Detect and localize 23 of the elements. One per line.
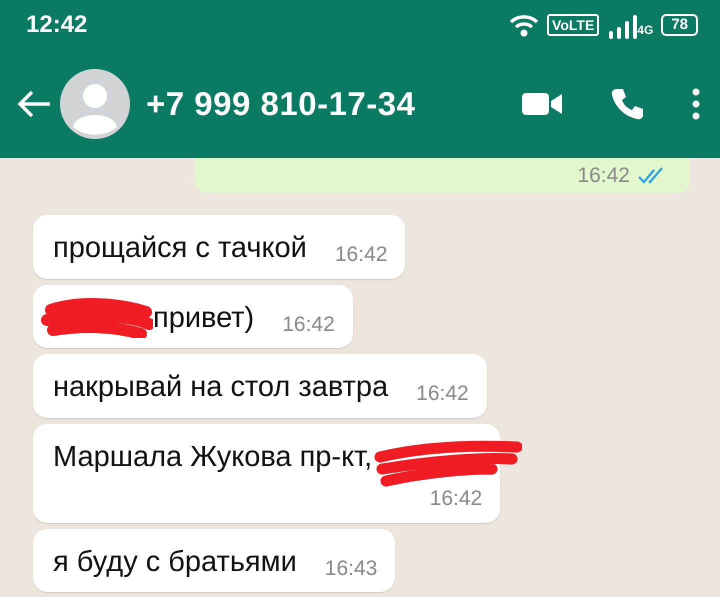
- volte-indicator: VoLTE: [547, 14, 600, 36]
- contact-name[interactable]: +7 999 810-17-34: [146, 79, 416, 129]
- network-type: 4G: [637, 22, 654, 39]
- signal-icon: [607, 15, 638, 39]
- wifi-icon: [509, 13, 540, 37]
- message-time: 16:42: [282, 312, 335, 338]
- video-call-icon[interactable]: [522, 91, 562, 117]
- message-text: привет): [153, 300, 254, 336]
- message-text: Маршала Жукова пр-кт,: [53, 440, 372, 474]
- back-arrow-icon[interactable]: [16, 89, 52, 119]
- message-time: 16:42: [416, 381, 469, 407]
- message-time: 16:42: [430, 486, 482, 512]
- message-time: 16:42: [334, 242, 388, 268]
- clock-time: 12:42: [26, 10, 88, 40]
- message-text: прощайся с тачкой: [53, 231, 307, 266]
- battery-level: 78: [661, 14, 698, 36]
- phone-icon[interactable]: [610, 87, 644, 121]
- more-options-icon[interactable]: [692, 88, 700, 120]
- avatar-icon[interactable]: [60, 69, 130, 139]
- message-time: 16:42: [577, 162, 630, 189]
- message-text: накрывай на стол завтра: [53, 370, 388, 405]
- message-text: я буду с братьями: [53, 544, 297, 580]
- message-time: 16:43: [324, 556, 378, 582]
